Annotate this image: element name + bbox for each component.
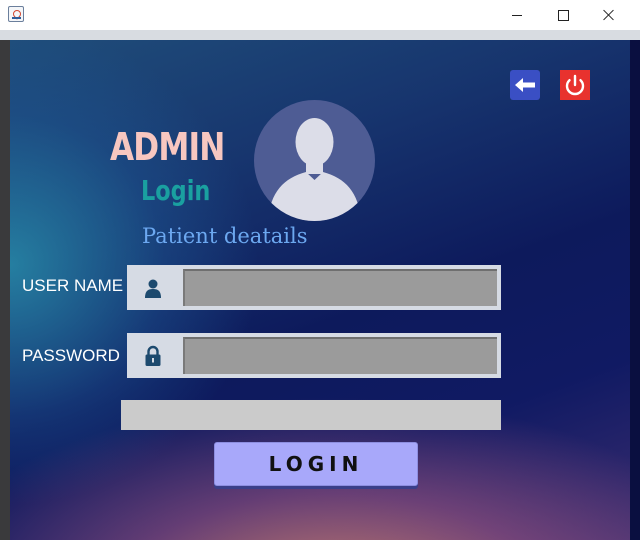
- minimize-button[interactable]: [494, 0, 540, 30]
- username-input[interactable]: [183, 269, 497, 306]
- maximize-icon: [557, 9, 569, 21]
- frame-left-edge: [0, 40, 10, 540]
- admin-title: ADMIN: [110, 125, 225, 169]
- password-input[interactable]: [183, 337, 497, 374]
- back-button[interactable]: [510, 70, 540, 100]
- maximize-button[interactable]: [540, 0, 586, 30]
- login-button[interactable]: LOGIN: [214, 442, 418, 486]
- java-cup-icon: [8, 6, 24, 22]
- user-icon: [127, 265, 179, 310]
- password-label: PASSWORD: [22, 346, 120, 365]
- username-field-group: [127, 265, 501, 310]
- password-field-group: [127, 333, 501, 378]
- window-title-bar: [0, 0, 640, 30]
- frame-right-edge: [630, 40, 640, 540]
- lock-icon: [127, 333, 179, 378]
- close-button[interactable]: [586, 0, 632, 30]
- status-message: [121, 400, 501, 430]
- close-icon: [603, 9, 615, 21]
- power-button[interactable]: [560, 70, 590, 100]
- login-panel: ADMIN Login Patient deatails USER NAME P…: [10, 40, 630, 540]
- frame-border: [0, 30, 640, 40]
- login-subtitle: Login: [141, 174, 211, 207]
- power-icon: [565, 74, 585, 96]
- user-silhouette-icon: [254, 100, 375, 221]
- username-label: USER NAME: [22, 276, 124, 295]
- minimize-icon: [512, 14, 522, 16]
- patient-details-label: Patient deatails: [142, 224, 308, 248]
- arrow-left-icon: [515, 78, 535, 92]
